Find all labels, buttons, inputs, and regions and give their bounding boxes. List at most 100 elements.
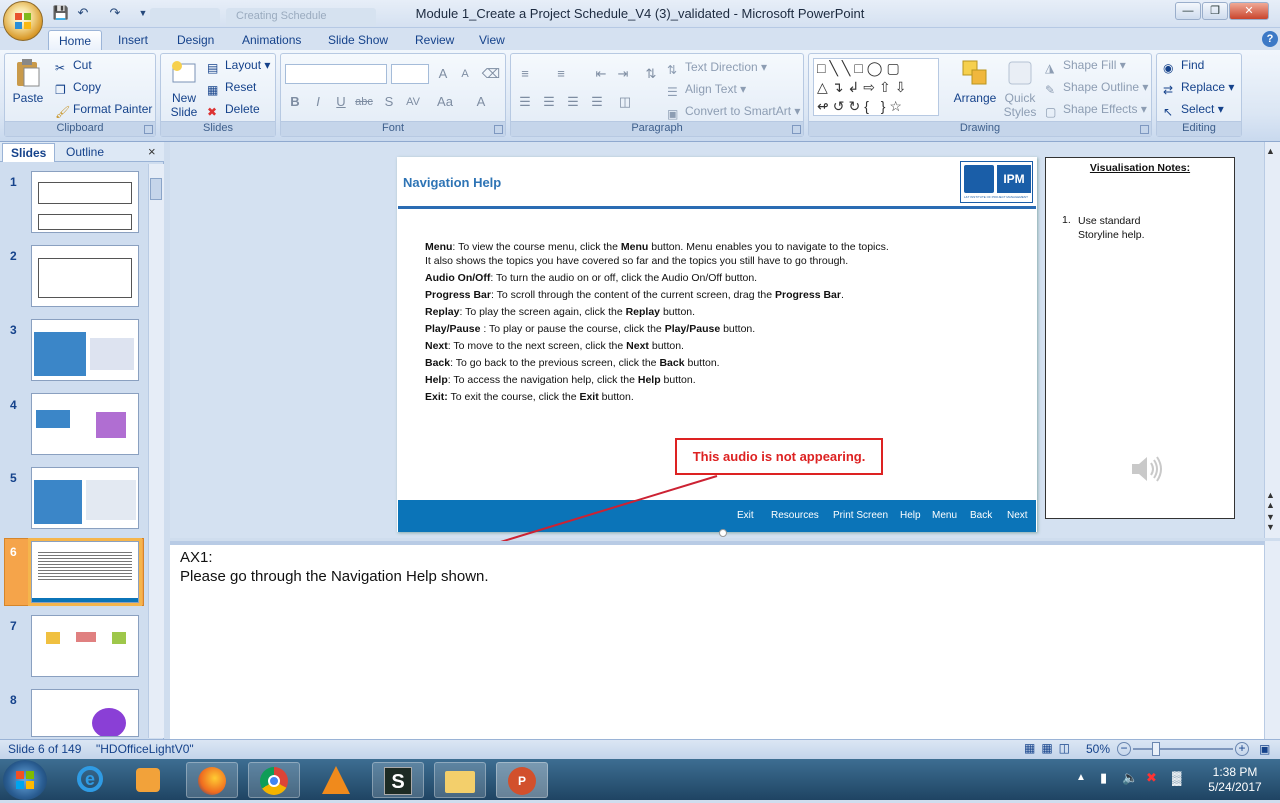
tab-insert[interactable]: Insert xyxy=(108,30,158,50)
close-button[interactable]: ✕ xyxy=(1229,2,1269,20)
view-buttons[interactable]: ▦▦◫ xyxy=(1024,741,1076,755)
font-size-combo[interactable] xyxy=(391,64,429,84)
zoom-out-icon[interactable]: − xyxy=(1117,742,1131,756)
notes-scrollbar[interactable] xyxy=(1264,541,1280,739)
align-left-icon[interactable]: ☰ xyxy=(515,92,535,112)
slide-thumbnail[interactable] xyxy=(31,319,139,381)
nav-print-screen-button[interactable]: Print Screen xyxy=(833,510,888,521)
change-case-button[interactable]: Aa xyxy=(435,92,455,112)
grow-font-button[interactable]: A xyxy=(433,64,453,84)
shape-fill-button[interactable]: ◮ Shape Fill ▾ xyxy=(1045,58,1126,75)
slide-thumbnail[interactable] xyxy=(31,171,139,233)
shrink-font-button[interactable]: A xyxy=(455,64,475,84)
nav-back-button[interactable]: Back xyxy=(970,510,992,521)
layout-button[interactable]: ▤ Layout ▾ xyxy=(207,58,270,75)
bold-button[interactable]: B xyxy=(285,92,305,112)
nav-menu-button[interactable]: Menu xyxy=(932,510,957,521)
tab-review[interactable]: Review xyxy=(405,30,464,50)
shadow-button[interactable]: S xyxy=(379,92,399,112)
minimize-button[interactable]: — xyxy=(1175,2,1201,20)
dialog-launcher-icon[interactable] xyxy=(1140,125,1149,134)
battery-icon[interactable]: ▮ xyxy=(1100,770,1107,786)
slide-thumbnail-selected[interactable] xyxy=(31,541,139,603)
clear-formatting-icon[interactable]: ⌫ xyxy=(481,64,501,84)
office-button[interactable] xyxy=(3,1,43,41)
tab-design[interactable]: Design xyxy=(167,30,224,50)
zoom-slider[interactable] xyxy=(1133,748,1233,750)
cut-button[interactable]: ✂ Cut xyxy=(55,58,92,75)
media-player-icon[interactable] xyxy=(122,762,174,798)
font-color-button[interactable]: A xyxy=(471,92,491,112)
file-explorer-icon[interactable] xyxy=(434,762,486,798)
strikethrough-button[interactable]: abc xyxy=(354,92,374,112)
nav-help-button[interactable]: Help xyxy=(900,510,921,521)
nav-resources-button[interactable]: Resources xyxy=(771,510,819,521)
shape-outline-button[interactable]: ✎ Shape Outline ▾ xyxy=(1045,80,1148,97)
select-button[interactable]: ↖ Select ▾ xyxy=(1163,102,1224,119)
new-slide-button[interactable]: New Slide xyxy=(165,58,203,119)
close-pane-icon[interactable]: × xyxy=(148,144,156,159)
restore-button[interactable]: ❐ xyxy=(1202,2,1228,20)
tab-animations[interactable]: Animations xyxy=(232,30,311,50)
shapes-gallery[interactable]: □╲╲□◯▢ △↴↲⇨⇧⇩ ↫↺↻{ }☆ xyxy=(813,58,939,116)
tab-slide-show[interactable]: Slide Show xyxy=(318,30,398,50)
increase-indent-icon[interactable]: ⇥ xyxy=(613,64,633,84)
dialog-launcher-icon[interactable] xyxy=(494,125,503,134)
font-name-combo[interactable] xyxy=(285,64,387,84)
columns-icon[interactable]: ◫ xyxy=(615,92,635,112)
tab-home[interactable]: Home xyxy=(48,30,102,50)
powerpoint-icon[interactable]: P xyxy=(496,762,548,798)
find-button[interactable]: ◉ Find xyxy=(1163,58,1204,75)
line-spacing-icon[interactable]: ⇅ xyxy=(641,64,661,84)
align-text-button[interactable]: ☰ Align Text ▾ xyxy=(667,82,746,99)
align-right-icon[interactable]: ☰ xyxy=(563,92,583,112)
zoom-level[interactable]: 50% xyxy=(1086,742,1110,756)
format-painter-button[interactable]: 🖌 Format Painter xyxy=(55,102,152,119)
character-spacing-button[interactable]: AV xyxy=(403,92,423,112)
tab-slides[interactable]: Slides xyxy=(2,143,56,162)
slide-thumbnail[interactable] xyxy=(31,245,139,307)
start-button[interactable] xyxy=(3,760,47,800)
scrollbar-thumb[interactable] xyxy=(150,178,162,200)
copy-button[interactable]: ❐ Copy xyxy=(55,80,101,97)
slide-thumbnail[interactable] xyxy=(31,393,139,455)
paste-button[interactable]: Paste xyxy=(11,58,45,110)
theme-name[interactable]: "HDOfficeLightV0" xyxy=(96,742,194,756)
network-warning-icon[interactable]: ✖ xyxy=(1146,770,1157,786)
speaker-icon[interactable] xyxy=(1130,454,1164,484)
tab-outline[interactable]: Outline xyxy=(58,143,112,162)
signal-icon[interactable]: ▓ xyxy=(1172,770,1181,785)
scroll-up-icon[interactable]: ▲ xyxy=(1266,146,1275,156)
dialog-launcher-icon[interactable] xyxy=(144,125,153,134)
nav-next-button[interactable]: Next xyxy=(1007,510,1028,521)
slide-thumbnail[interactable] xyxy=(31,689,139,737)
arrange-button[interactable]: Arrange xyxy=(953,58,997,105)
justify-icon[interactable]: ☰ xyxy=(587,92,607,112)
vlc-icon[interactable] xyxy=(310,762,362,798)
text-direction-button[interactable]: ⇅ Text Direction ▾ xyxy=(667,60,767,77)
notes-text[interactable]: AX1: Please go through the Navigation He… xyxy=(180,548,489,586)
convert-smartart-button[interactable]: ▣ Convert to SmartArt ▾ xyxy=(667,104,800,121)
storyline-icon[interactable]: S xyxy=(372,762,424,798)
review-callout[interactable]: This audio is not appearing. xyxy=(675,438,883,475)
slide-scrollbar[interactable] xyxy=(1264,142,1280,538)
show-hidden-icons[interactable]: ▲ xyxy=(1076,772,1086,783)
zoom-slider-thumb[interactable] xyxy=(1152,742,1160,756)
slide-thumbnail[interactable] xyxy=(31,615,139,677)
firefox-icon[interactable] xyxy=(186,762,238,798)
italic-button[interactable]: I xyxy=(308,92,328,112)
numbering-icon[interactable]: ≡ xyxy=(551,64,571,84)
fit-to-window-icon[interactable]: ▣ xyxy=(1259,742,1270,756)
volume-icon[interactable]: 🔈 xyxy=(1122,770,1138,786)
thumbnail-scrollbar[interactable] xyxy=(148,164,164,738)
help-icon[interactable]: ? xyxy=(1262,31,1278,47)
nav-exit-button[interactable]: Exit xyxy=(737,510,754,521)
taskbar-clock[interactable]: 1:38 PM 5/24/2017 xyxy=(1195,765,1275,795)
slide-thumbnail[interactable] xyxy=(31,467,139,529)
bullets-icon[interactable]: ≡ xyxy=(515,64,535,84)
underline-button[interactable]: U xyxy=(331,92,351,112)
visualisation-notes-box[interactable]: Visualisation Notes: 1. Use standard Sto… xyxy=(1045,157,1235,519)
next-slide-icon[interactable]: ▼ ▼ xyxy=(1266,512,1275,532)
quick-styles-button[interactable]: Quick Styles xyxy=(1001,58,1039,119)
reset-button[interactable]: ▦ Reset xyxy=(207,80,256,97)
